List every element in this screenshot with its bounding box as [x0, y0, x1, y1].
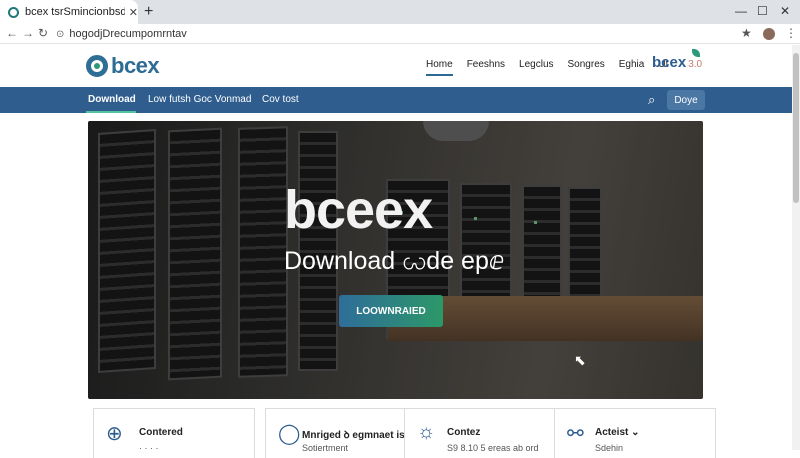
feature-card-desc: · · · · — [139, 443, 159, 453]
site-header: bcex Home Feeshns Legclus Songres Eghia … — [0, 45, 792, 87]
gear-sun-icon: ☼ — [417, 421, 436, 443]
browser-tab[interactable]: bcex tsrSmincionbsdn ✕ — [0, 0, 138, 24]
download-button[interactable]: LOOWNRAIED — [339, 295, 443, 327]
browser-tab-strip: bcex tsrSmincionbsdn ✕ + — ☐ ✕ — [0, 0, 800, 24]
hero-banner: bceex Download ꩬde epⅇ LOOWNRAIED — [88, 121, 703, 399]
site-logo[interactable]: bcex — [86, 53, 160, 79]
feature-card-desc: S9 8.10 5 ereas ab ord — [447, 443, 539, 453]
back-arrow-icon[interactable]: ← — [6, 26, 18, 40]
tab-title: bcex tsrSmincionbsdn — [25, 6, 125, 18]
feature-card-title: Contered — [139, 427, 183, 438]
subnav-item-2[interactable]: Low futsh Goc Vonmad — [148, 94, 251, 105]
nav-features[interactable]: Feeshns — [467, 59, 505, 70]
brand-badge[interactable]: bcex 3.0 — [652, 54, 702, 71]
feature-card-title: Contez — [447, 427, 481, 438]
feature-card[interactable]: ☼ Contez S9 8.10 5 ereas ab ord — [404, 408, 566, 458]
scrollbar-thumb[interactable] — [793, 53, 799, 203]
forward-arrow-icon[interactable]: → — [22, 26, 34, 40]
subnav-download[interactable]: Download — [88, 94, 136, 105]
feature-card-title: Acteist ⌄ — [595, 427, 640, 438]
new-tab-button[interactable]: + — [144, 3, 153, 21]
feature-card-desc: Sotiertment — [302, 443, 349, 453]
url-field[interactable]: ⊙ hogodjDrecumpomrntav — [56, 26, 726, 42]
mouse-cursor-icon: ⬉ — [574, 352, 586, 368]
close-window-button[interactable]: ✕ — [780, 4, 790, 18]
nav-legal[interactable]: Legclus — [519, 59, 553, 70]
network-icon: ⚯ — [567, 423, 584, 445]
site-info-icon[interactable]: ⊙ — [56, 29, 64, 40]
url-text: hogodjDrecumpomrntav — [69, 28, 187, 40]
browser-menu-icon[interactable]: ⋮ — [785, 26, 797, 40]
search-icon[interactable]: ⌕ — [648, 92, 655, 108]
minimize-button[interactable]: — — [735, 4, 747, 18]
hero-title: bceex — [284, 180, 433, 240]
tab-close-icon[interactable]: ✕ — [129, 6, 138, 19]
logo-mark-icon — [86, 55, 108, 77]
brand-badge-text: bcex — [652, 54, 687, 71]
page-scrollbar[interactable] — [792, 45, 800, 450]
site-favicon-icon — [8, 6, 19, 18]
feature-card[interactable]: ⚯ Acteist ⌄ Sdehin — [554, 408, 716, 458]
top-navigation: Home Feeshns Legclus Songres Eghia Ut — [426, 59, 682, 76]
feature-card[interactable]: ⊕ Contered · · · · — [93, 408, 255, 458]
plus-circle-icon: ⊕ — [106, 423, 123, 445]
feature-card[interactable]: ◯ Mnriged ꝺ egmnaet is Sotiertment — [265, 408, 427, 458]
nav-home[interactable]: Home — [426, 59, 453, 76]
bookmark-star-icon[interactable]: ★ — [741, 26, 752, 40]
address-bar: ← → ↻ ⊙ hogodjDrecumpomrntav ★ ⋮ — [0, 24, 800, 44]
profile-avatar[interactable] — [763, 28, 775, 40]
chat-bubble-icon: ◯ — [278, 423, 301, 445]
subnav-item-3[interactable]: Cov tost — [262, 94, 299, 105]
reload-icon[interactable]: ↻ — [38, 26, 48, 40]
nav-eghia[interactable]: Eghia — [619, 59, 645, 70]
feature-card-desc: Sdehin — [595, 443, 624, 453]
secondary-nav-bar: Download Low futsh Goc Vonmad Cov tost ⌕… — [0, 87, 792, 113]
subnav-button[interactable]: Doye — [667, 90, 705, 110]
brand-version: 3.0 — [688, 59, 703, 70]
nav-songres[interactable]: Songres — [568, 59, 605, 70]
maximize-button[interactable]: ☐ — [757, 4, 768, 18]
active-tab-indicator — [86, 111, 136, 113]
feature-card-title: Mnriged ꝺ egmnaet is — [302, 430, 405, 441]
hero-subtitle: Download ꩬde epⅇ — [284, 247, 505, 275]
logo-text: bcex — [111, 53, 160, 78]
